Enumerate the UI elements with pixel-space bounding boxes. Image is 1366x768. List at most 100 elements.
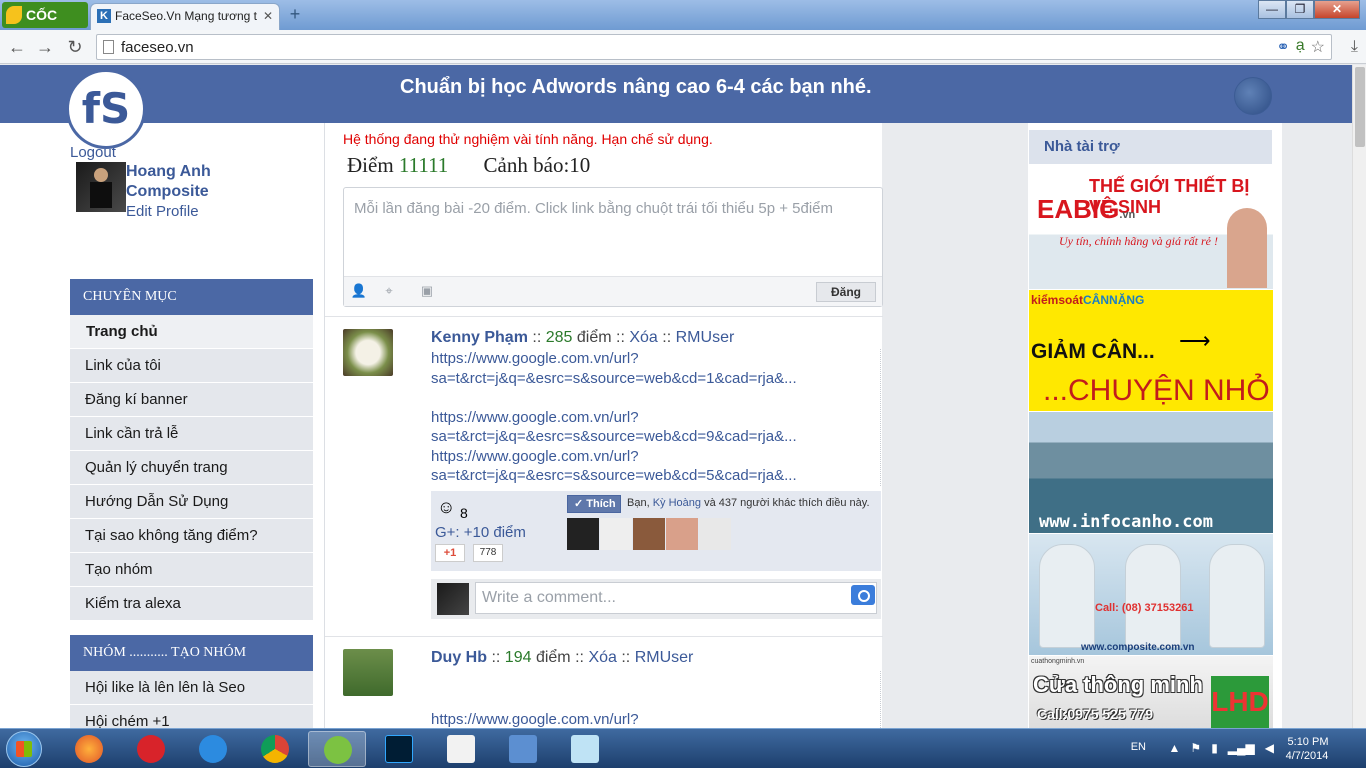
- network-signal-icon[interactable]: ▂▄▆: [1228, 741, 1255, 755]
- menu-item-register-banner[interactable]: Đăng kí banner: [70, 383, 313, 417]
- back-arrow-icon[interactable]: ←: [6, 36, 28, 58]
- post-author-link[interactable]: Duy Hb: [431, 649, 487, 666]
- page-scrollbar[interactable]: [1352, 65, 1366, 728]
- globe-icon[interactable]: [1234, 77, 1272, 115]
- delete-post-link[interactable]: Xóa: [629, 329, 657, 346]
- taskbar-coccoc[interactable]: [308, 731, 366, 767]
- post-link-line[interactable]: sa=t&rct=j&q=&esrc=s&source=web&cd=5&cad…: [431, 466, 880, 486]
- clock-date[interactable]: 4/7/2014: [1272, 750, 1342, 762]
- start-button[interactable]: [6, 731, 42, 767]
- liker-avatar[interactable]: [699, 518, 731, 550]
- menu-item-check-alexa[interactable]: Kiểm tra alexa: [70, 587, 313, 621]
- post-composer[interactable]: Mỗi lần đăng bài -20 điểm. Click link bằ…: [343, 187, 883, 307]
- group-menu-header[interactable]: NHÓM ........... TẠO NHÓM: [70, 635, 313, 671]
- post-author-avatar[interactable]: [343, 329, 393, 376]
- tab-close-icon[interactable]: ✕: [263, 4, 273, 28]
- url-text: faceseo.vn: [121, 39, 194, 56]
- taskbar-unikey[interactable]: [432, 731, 490, 767]
- page-viewport: Chuẩn bị học Adwords nâng cao 6-4 các bạ…: [0, 65, 1352, 728]
- coccoc-menu-button[interactable]: CỐC CỐC: [2, 2, 88, 49]
- faceseo-logo[interactable]: fS: [66, 69, 146, 149]
- group-item-chem[interactable]: Hội chém +1: [70, 705, 313, 728]
- rmuser-link[interactable]: RMUser: [635, 649, 694, 666]
- maximize-button[interactable]: ❐: [1286, 0, 1314, 19]
- computer-icon: [509, 735, 537, 763]
- camera-icon[interactable]: ▣: [416, 283, 438, 301]
- forward-arrow-icon[interactable]: →: [34, 36, 56, 58]
- taskbar-firefox[interactable]: [60, 731, 118, 767]
- sponsor-ad-cua-thong-minh[interactable]: cuathongminh.vn Cửa thông minh Call:0975…: [1029, 656, 1273, 728]
- menu-item-create-group[interactable]: Tạo nhóm: [70, 553, 313, 587]
- link-icon[interactable]: ⚭: [1276, 37, 1289, 57]
- bookmark-star-icon[interactable]: ☆: [1311, 37, 1325, 57]
- chevron-up-icon[interactable]: ▲: [1169, 741, 1181, 755]
- liker-avatar[interactable]: [567, 518, 599, 550]
- post-author-avatar[interactable]: [343, 649, 393, 696]
- liker-avatar[interactable]: [633, 518, 665, 550]
- liker-avatar[interactable]: [600, 518, 632, 550]
- like-smiley-icon[interactable]: ☺: [437, 497, 455, 518]
- scrollbar-thumb[interactable]: [1355, 67, 1365, 147]
- sponsor-ad-kiem-soat-can-nang[interactable]: kiểmsoátCÂNNẶNG ⟶ GIẢM CÂN... ...CHUYỆN …: [1029, 290, 1273, 411]
- window-close-button[interactable]: ✕: [1314, 0, 1360, 19]
- group-menu: NHÓM ........... TẠO NHÓM Hội like là lê…: [70, 635, 313, 728]
- taskbar-photoshop[interactable]: [370, 731, 428, 767]
- sponsor-ad-infocanho[interactable]: www.infocanho.com: [1029, 412, 1273, 533]
- tag-friend-icon[interactable]: 👤: [348, 283, 370, 301]
- taskbar-opera[interactable]: [122, 731, 180, 767]
- minimize-button[interactable]: —: [1258, 0, 1286, 19]
- sponsor-ad-eabig[interactable]: THẾ GIỚI THIẾT BỊ VỆ SINH EABIG.vn Uy tí…: [1029, 168, 1273, 289]
- taskbar-notepad[interactable]: [556, 731, 614, 767]
- tab-title: FaceSeo.Vn Mạng tương t: [115, 9, 257, 23]
- liker-name-link[interactable]: Kỳ Hoàng: [653, 497, 701, 509]
- post-link-line[interactable]: https://www.google.com.vn/url?: [431, 408, 880, 428]
- menu-item-links-to-return[interactable]: Link cần trả lễ: [70, 417, 313, 451]
- omnibox-actions: ⚭ ạ ☆: [1276, 37, 1325, 57]
- delete-post-link[interactable]: Xóa: [588, 649, 616, 666]
- gplus-one-button[interactable]: +1: [435, 544, 465, 562]
- taskbar-chrome[interactable]: [246, 731, 304, 767]
- new-tab-button[interactable]: +: [286, 5, 304, 24]
- post-button[interactable]: Đăng: [816, 282, 876, 302]
- post-link-line[interactable]: sa=t&rct=j&q=&esrc=s&source=web&cd=9&cad…: [431, 427, 880, 447]
- comment-input[interactable]: Write a comment...: [475, 582, 877, 614]
- post-link-line[interactable]: https://www.google.com.vn/url?: [431, 447, 880, 467]
- reload-icon[interactable]: ↻: [64, 36, 86, 58]
- taskbar-remote-desktop[interactable]: [494, 731, 552, 767]
- post-author-link[interactable]: Kenny Phạm: [431, 329, 528, 346]
- rmuser-link[interactable]: RMUser: [676, 329, 735, 346]
- flag-icon[interactable]: ⚑: [1190, 741, 1201, 755]
- menu-item-why-no-points[interactable]: Tại sao không tăng điểm?: [70, 519, 313, 553]
- arrow-icon: ⟶: [1179, 328, 1211, 353]
- edit-profile-link[interactable]: Edit Profile: [126, 203, 199, 220]
- power-icon[interactable]: ▮: [1211, 741, 1218, 755]
- coccoc-dictionary-icon[interactable]: ạ: [1296, 37, 1305, 57]
- menu-item-user-guide[interactable]: Hướng Dẫn Sử Dụng: [70, 485, 313, 519]
- language-indicator[interactable]: EN: [1131, 741, 1146, 753]
- address-bar[interactable]: faceseo.vn ⚭ ạ ☆: [96, 34, 1332, 60]
- download-icon[interactable]: ⤓: [1351, 38, 1358, 56]
- post-link-line[interactable]: https://www.google.com.vn/url?: [431, 710, 880, 728]
- gplus-points: G+: +10 điểm: [435, 524, 526, 541]
- photoshop-icon: [385, 735, 413, 763]
- taskbar-internet-explorer[interactable]: [184, 731, 242, 767]
- clock-time[interactable]: 5:10 PM: [1278, 734, 1338, 750]
- ie-icon: [199, 735, 227, 763]
- group-item-like[interactable]: Hội like là lên lên là Seo: [70, 671, 313, 705]
- browser-tab-faceseo[interactable]: K FaceSeo.Vn Mạng tương t ✕: [90, 3, 280, 30]
- post-link-line[interactable]: sa=t&rct=j&q=&esrc=s&source=web&cd=1&cad…: [431, 369, 880, 389]
- menu-item-my-links[interactable]: Link của tôi: [70, 349, 313, 383]
- menu-item-redirect-manager[interactable]: Quản lý chuyển trang: [70, 451, 313, 485]
- main-feed: Hệ thống đang thử nghiệm vài tính năng. …: [324, 123, 883, 728]
- menu-item-home[interactable]: Trang chủ: [70, 315, 313, 349]
- user-name-link[interactable]: Hoang Anh Composite: [126, 162, 266, 202]
- user-avatar[interactable]: [76, 162, 126, 212]
- location-pin-icon[interactable]: ⌖: [378, 283, 400, 301]
- post-interactions: ☺ 8 G+: +10 điểm +1 778 ✓ Thích Bạn, Kỳ …: [431, 491, 881, 571]
- window-controls: — ❐ ✕: [1258, 0, 1360, 20]
- sponsor-ad-composite[interactable]: Call: (08) 37153261 www.composite.com.vn: [1029, 534, 1273, 655]
- liker-avatar[interactable]: [666, 518, 698, 550]
- comment-camera-icon[interactable]: [851, 585, 875, 605]
- facebook-like-button[interactable]: ✓ Thích: [567, 495, 621, 513]
- post-link-line[interactable]: https://www.google.com.vn/url?: [431, 349, 880, 369]
